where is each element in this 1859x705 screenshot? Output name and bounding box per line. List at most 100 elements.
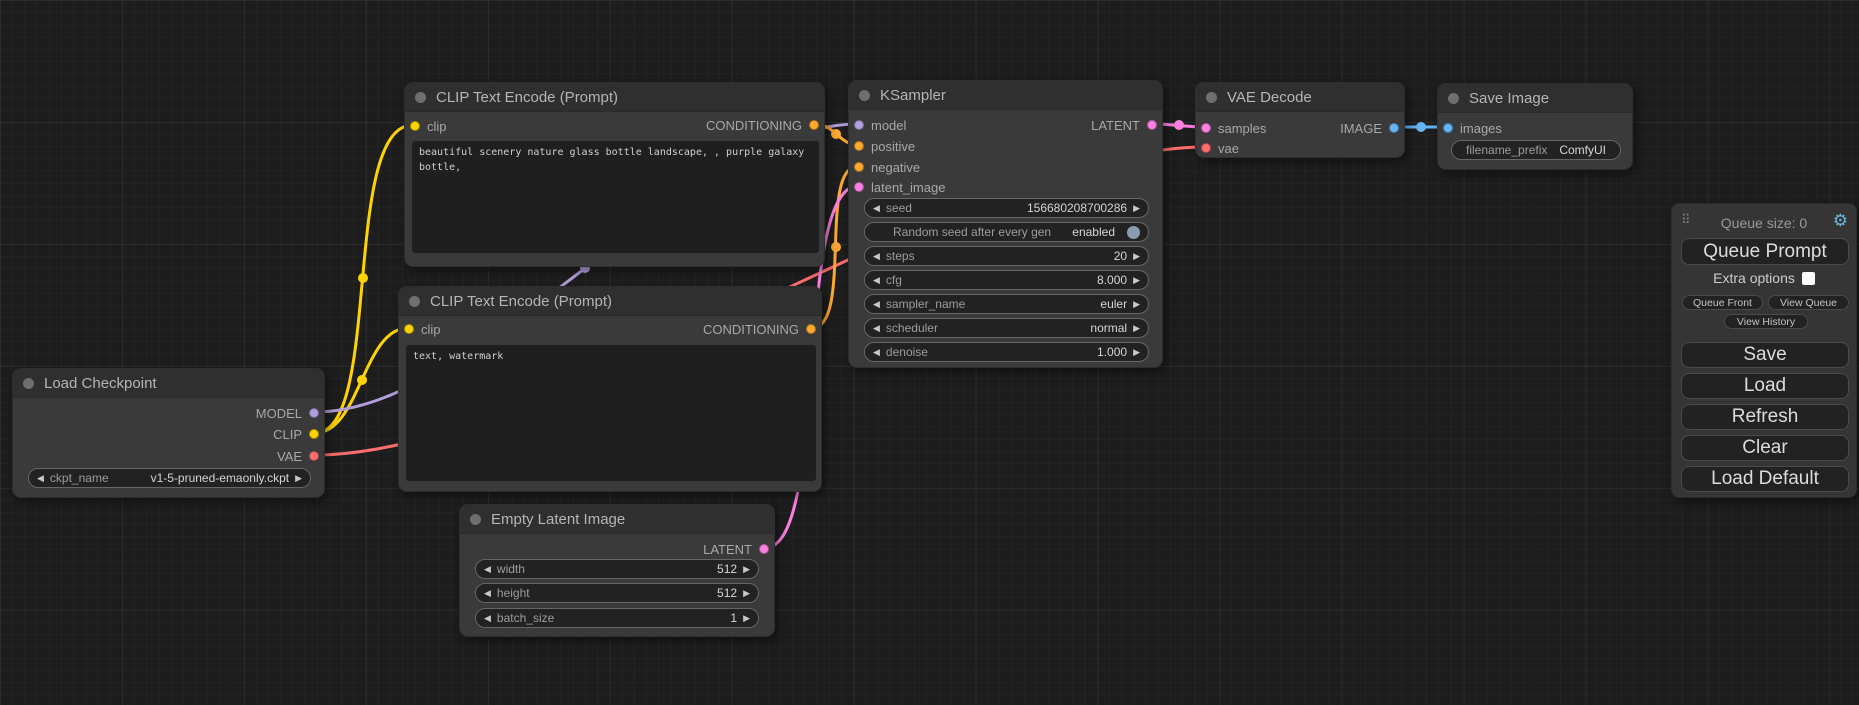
input-port-icon[interactable]: [1443, 123, 1453, 133]
decrement-arrow-icon[interactable]: ◀: [873, 324, 880, 333]
node-graph-canvas[interactable]: CLIP Text Encode (Prompt) clip CONDITION…: [0, 0, 1859, 705]
refresh-button[interactable]: Refresh: [1681, 404, 1849, 430]
input-slot-latent-image[interactable]: latent_image: [854, 180, 945, 194]
output-port-icon[interactable]: [1147, 120, 1157, 130]
output-port-icon[interactable]: [309, 451, 319, 461]
decrement-arrow-icon[interactable]: ◀: [484, 565, 491, 574]
seed-number-widget[interactable]: ◀ seed 156680208700286 ▶: [864, 198, 1149, 218]
increment-arrow-icon[interactable]: ▶: [1133, 276, 1140, 285]
increment-arrow-icon[interactable]: ▶: [743, 614, 750, 623]
node-clip-text-encode-negative[interactable]: CLIP Text Encode (Prompt) clip CONDITION…: [398, 286, 822, 492]
decrement-arrow-icon[interactable]: ◀: [484, 614, 491, 623]
increment-arrow-icon[interactable]: ▶: [743, 565, 750, 574]
output-slot-vae[interactable]: VAE: [277, 449, 319, 463]
view-history-button[interactable]: View History: [1724, 314, 1808, 329]
output-slot-clip[interactable]: CLIP: [273, 427, 319, 441]
decrement-arrow-icon[interactable]: ◀: [37, 474, 44, 483]
load-button[interactable]: Load: [1681, 373, 1849, 399]
decrement-arrow-icon[interactable]: ◀: [873, 348, 880, 357]
input-slot-images[interactable]: images: [1443, 121, 1502, 135]
node-empty-latent-image[interactable]: Empty Latent Image LATENT ◀ width 512 ▶ …: [459, 504, 775, 637]
input-slot-samples[interactable]: samples: [1201, 121, 1266, 135]
node-title-bar[interactable]: CLIP Text Encode (Prompt): [399, 287, 821, 316]
output-port-icon[interactable]: [1389, 123, 1399, 133]
input-slot-clip[interactable]: clip: [410, 119, 447, 133]
node-save-image[interactable]: Save Image images filename_prefix ComfyU…: [1437, 83, 1633, 170]
output-port-icon[interactable]: [806, 324, 816, 334]
scheduler-combo-widget[interactable]: ◀ scheduler normal ▶: [864, 318, 1149, 338]
input-port-icon[interactable]: [854, 182, 864, 192]
toggle-enabled-icon[interactable]: [1127, 226, 1140, 239]
output-slot-image[interactable]: IMAGE: [1340, 121, 1399, 135]
queue-front-button[interactable]: Queue Front: [1682, 295, 1763, 310]
clear-button[interactable]: Clear: [1681, 435, 1849, 461]
decrement-arrow-icon[interactable]: ◀: [484, 589, 491, 598]
steps-number-widget[interactable]: ◀ steps 20 ▶: [864, 246, 1149, 266]
input-port-icon[interactable]: [404, 324, 414, 334]
output-slot-conditioning[interactable]: CONDITIONING: [703, 322, 816, 336]
node-title-bar[interactable]: KSampler: [849, 81, 1162, 110]
output-slot-latent[interactable]: LATENT: [1091, 118, 1157, 132]
prompt-text-area[interactable]: beautiful scenery nature glass bottle la…: [412, 141, 819, 253]
output-slot-latent[interactable]: LATENT: [703, 542, 769, 556]
settings-gear-icon[interactable]: ⚙: [1833, 211, 1848, 231]
input-slot-negative[interactable]: negative: [854, 160, 920, 174]
node-title-bar[interactable]: Empty Latent Image: [460, 505, 774, 534]
increment-arrow-icon[interactable]: ▶: [1133, 252, 1140, 261]
node-ksampler[interactable]: KSampler model positive negative latent_…: [848, 80, 1163, 368]
increment-arrow-icon[interactable]: ▶: [743, 589, 750, 598]
input-port-icon[interactable]: [854, 141, 864, 151]
extra-options-checkbox[interactable]: [1802, 272, 1815, 285]
increment-arrow-icon[interactable]: ▶: [1133, 204, 1140, 213]
node-title-bar[interactable]: Load Checkpoint: [13, 369, 324, 398]
input-slot-vae[interactable]: vae: [1201, 141, 1239, 155]
width-number-widget[interactable]: ◀ width 512 ▶: [475, 559, 759, 579]
drag-handle-icon[interactable]: ⠿: [1681, 212, 1690, 228]
increment-arrow-icon[interactable]: ▶: [1133, 300, 1140, 309]
batch-size-number-widget[interactable]: ◀ batch_size 1 ▶: [475, 608, 759, 628]
filename-prefix-text-widget[interactable]: filename_prefix ComfyUI: [1451, 140, 1621, 160]
decrement-arrow-icon[interactable]: ◀: [873, 204, 880, 213]
output-port-icon[interactable]: [309, 408, 319, 418]
height-number-widget[interactable]: ◀ height 512 ▶: [475, 583, 759, 603]
ckpt-name-combo-widget[interactable]: ◀ ckpt_name v1-5-pruned-emaonly.ckpt ▶: [28, 468, 311, 488]
input-slot-model[interactable]: model: [854, 118, 906, 132]
view-queue-button[interactable]: View Queue: [1768, 295, 1849, 310]
queue-prompt-button[interactable]: Queue Prompt: [1681, 238, 1849, 265]
collapse-dot-icon[interactable]: [23, 378, 34, 389]
output-slot-model[interactable]: MODEL: [256, 406, 319, 420]
collapse-dot-icon[interactable]: [409, 296, 420, 307]
output-port-icon[interactable]: [309, 429, 319, 439]
collapse-dot-icon[interactable]: [470, 514, 481, 525]
prompt-text-area[interactable]: text, watermark: [406, 345, 816, 481]
input-slot-positive[interactable]: positive: [854, 139, 915, 153]
collapse-dot-icon[interactable]: [859, 90, 870, 101]
input-slot-clip[interactable]: clip: [404, 322, 441, 336]
collapse-dot-icon[interactable]: [1448, 93, 1459, 104]
increment-arrow-icon[interactable]: ▶: [1133, 348, 1140, 357]
increment-arrow-icon[interactable]: ▶: [1133, 324, 1140, 333]
node-clip-text-encode-positive[interactable]: CLIP Text Encode (Prompt) clip CONDITION…: [404, 82, 825, 267]
node-vae-decode[interactable]: VAE Decode samples vae IMAGE: [1195, 82, 1405, 158]
output-slot-conditioning[interactable]: CONDITIONING: [706, 118, 819, 132]
output-port-icon[interactable]: [759, 544, 769, 554]
input-port-icon[interactable]: [1201, 143, 1211, 153]
save-button[interactable]: Save: [1681, 342, 1849, 368]
sampler-name-combo-widget[interactable]: ◀ sampler_name euler ▶: [864, 294, 1149, 314]
input-port-icon[interactable]: [854, 162, 864, 172]
output-port-icon[interactable]: [809, 120, 819, 130]
node-title-bar[interactable]: VAE Decode: [1196, 83, 1404, 112]
decrement-arrow-icon[interactable]: ◀: [873, 276, 880, 285]
node-title-bar[interactable]: Save Image: [1438, 84, 1632, 113]
node-load-checkpoint[interactable]: Load Checkpoint MODEL CLIP VAE ◀ ckpt_na…: [12, 368, 325, 498]
collapse-dot-icon[interactable]: [1206, 92, 1217, 103]
cfg-number-widget[interactable]: ◀ cfg 8.000 ▶: [864, 270, 1149, 290]
input-port-icon[interactable]: [854, 120, 864, 130]
input-port-icon[interactable]: [410, 121, 420, 131]
node-title-bar[interactable]: CLIP Text Encode (Prompt): [405, 83, 824, 112]
collapse-dot-icon[interactable]: [415, 92, 426, 103]
denoise-number-widget[interactable]: ◀ denoise 1.000 ▶: [864, 342, 1149, 362]
load-default-button[interactable]: Load Default: [1681, 466, 1849, 492]
random-seed-toggle-widget[interactable]: Random seed after every gen enabled: [864, 222, 1149, 242]
input-port-icon[interactable]: [1201, 123, 1211, 133]
